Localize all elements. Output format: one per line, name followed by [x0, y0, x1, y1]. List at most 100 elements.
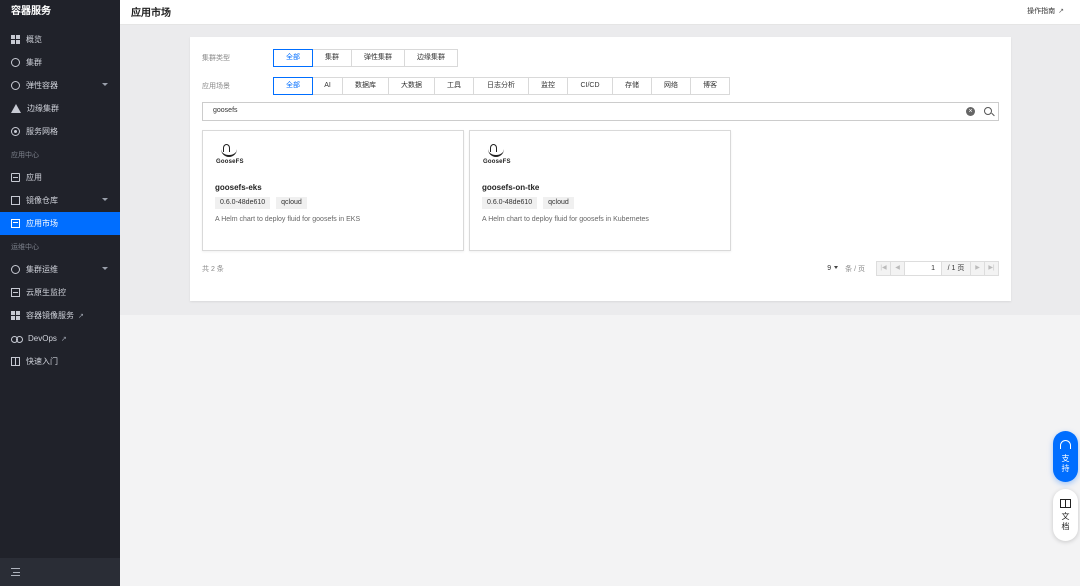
edge-cluster-icon	[11, 104, 21, 113]
sidebar-item-label: 弹性容器	[26, 81, 58, 90]
swan-icon	[488, 144, 504, 157]
guide-link[interactable]: 操作指南 ↗	[1027, 6, 1064, 16]
sidebar-item-image-registry[interactable]: 镜像仓库	[0, 189, 120, 212]
cluster-ops-icon	[11, 265, 20, 274]
page-size-unit: 条 / 页	[845, 265, 865, 273]
sidebar-item-label: 概览	[26, 35, 42, 44]
chevron-down-icon[interactable]	[102, 83, 108, 86]
app-icon	[11, 173, 20, 182]
sidebar-section-ops: 运维中心	[11, 244, 39, 251]
scene-option-cicd[interactable]: CI/CD	[567, 77, 613, 95]
sidebar-item-label: 集群运维	[26, 265, 58, 274]
total-count: 共 2 条	[202, 266, 224, 273]
sidebar-item-overview[interactable]: 概览	[0, 28, 120, 51]
monitor-icon	[11, 288, 20, 297]
app-name: goosefs-on-tke	[482, 183, 540, 192]
headset-icon	[1060, 440, 1071, 449]
external-link-icon: ↗	[60, 335, 67, 343]
app-card[interactable]: GooseFS goosefs-on-tke 0.6.0-48de610 qcl…	[469, 130, 731, 251]
cluster-type-option-elastic[interactable]: 弹性集群	[351, 49, 405, 67]
sidebar-item-label: 快速入门	[26, 357, 58, 366]
cluster-type-label: 集群类型	[202, 55, 230, 62]
scene-option-tools[interactable]: 工具	[434, 77, 474, 95]
sidebar-item-cluster-ops[interactable]: 集群运维	[0, 258, 120, 281]
support-button[interactable]: 支持	[1053, 431, 1078, 482]
page-number-input[interactable]: 1	[904, 261, 942, 276]
sidebar-item-label: DevOps	[28, 334, 57, 343]
logo-text: GooseFS	[483, 159, 511, 165]
app-market-icon	[11, 219, 20, 228]
sidebar-item-label: 镜像仓库	[26, 196, 58, 205]
scene-option-monitoring[interactable]: 监控	[528, 77, 568, 95]
page-size-select[interactable]: 9	[827, 265, 841, 272]
pagination: 9 条 / 页 |◀ ◀ 1 / 1 页 ▶ ▶|	[827, 261, 999, 276]
sidebar-item-label: 集群	[26, 58, 42, 67]
scene-option-network[interactable]: 网络	[651, 77, 691, 95]
total-pages: / 1 页	[941, 261, 971, 276]
search-input-value: goosefs	[213, 107, 238, 114]
sidebar-item-devops[interactable]: DevOps ↗	[0, 327, 120, 350]
sidebar-item-label: 容器镜像服务	[26, 311, 74, 320]
sidebar-footer	[0, 558, 120, 586]
scene-label: 应用场景	[202, 83, 230, 90]
sidebar-item-app-market[interactable]: 应用市场	[0, 212, 120, 235]
app-card[interactable]: GooseFS goosefs-eks 0.6.0-48de610 qcloud…	[202, 130, 464, 251]
image-service-icon	[11, 311, 20, 320]
collapse-sidebar-icon[interactable]	[11, 568, 20, 576]
version-tag: 0.6.0-48de610	[215, 197, 271, 209]
scene-option-bigdata[interactable]: 大数据	[388, 77, 435, 95]
source-tag: qcloud	[543, 197, 574, 209]
scene-option-all[interactable]: 全部	[273, 77, 313, 95]
docs-label: 文档	[1061, 512, 1070, 531]
sidebar-item-monitor[interactable]: 云原生监控	[0, 281, 120, 304]
page-size-value: 9	[827, 265, 832, 272]
search-input[interactable]: goosefs ×	[202, 102, 999, 121]
sidebar-item-image-service[interactable]: 容器镜像服务 ↗	[0, 304, 120, 327]
first-page-button[interactable]: |◀	[876, 261, 891, 276]
prev-page-button[interactable]: ◀	[890, 261, 905, 276]
search-icon[interactable]	[984, 107, 992, 115]
version-tag: 0.6.0-48de610	[482, 197, 538, 209]
content-background-lower	[120, 315, 1080, 586]
external-link-icon: ↗	[1058, 8, 1064, 15]
devops-icon	[11, 334, 23, 343]
scene-option-log-analysis[interactable]: 日志分析	[473, 77, 529, 95]
book-icon	[1060, 499, 1071, 508]
docs-button[interactable]: 文档	[1053, 489, 1078, 541]
last-page-button[interactable]: ▶|	[984, 261, 999, 276]
support-label: 支持	[1061, 454, 1070, 473]
scene-option-blog[interactable]: 博客	[690, 77, 730, 95]
sidebar-title: 容器服务	[11, 6, 51, 17]
scene-option-storage[interactable]: 存储	[612, 77, 652, 95]
clear-icon[interactable]: ×	[966, 107, 975, 116]
sidebar-item-label: 服务网格	[26, 127, 58, 136]
app-description: A Helm chart to deploy fluid for goosefs…	[215, 216, 361, 223]
scene-option-database[interactable]: 数据库	[342, 77, 389, 95]
scene-option-ai[interactable]: AI	[312, 77, 343, 95]
dashboard-icon	[11, 35, 20, 44]
sidebar-item-label: 云原生监控	[26, 288, 66, 297]
sidebar-item-app[interactable]: 应用	[0, 166, 120, 189]
chevron-down-icon[interactable]	[102, 267, 108, 270]
sidebar-item-label: 应用市场	[26, 219, 58, 228]
sidebar-item-service-mesh[interactable]: 服务网格	[0, 120, 120, 143]
app-tags: 0.6.0-48de610 qcloud	[482, 197, 580, 209]
market-panel: 集群类型 全部 集群 弹性集群 边缘集群 应用场景 全部 AI 数据库 大数据 …	[190, 37, 1011, 301]
service-mesh-icon	[11, 127, 20, 136]
cluster-type-option-edge[interactable]: 边缘集群	[404, 49, 458, 67]
cluster-type-option-cluster[interactable]: 集群	[312, 49, 352, 67]
sidebar-item-edge-cluster[interactable]: 边缘集群	[0, 97, 120, 120]
external-link-icon: ↗	[78, 312, 84, 320]
app-description: A Helm chart to deploy fluid for goosefs…	[482, 216, 649, 223]
cluster-type-option-all[interactable]: 全部	[273, 49, 313, 67]
scene-filter: 应用场景 全部 AI 数据库 大数据 工具 日志分析 监控 CI/CD 存储 网…	[202, 77, 730, 95]
chevron-down-icon[interactable]	[102, 198, 108, 201]
chevron-down-icon	[834, 266, 839, 269]
next-page-button[interactable]: ▶	[970, 261, 985, 276]
sidebar-item-cluster[interactable]: 集群	[0, 51, 120, 74]
sidebar-item-label: 应用	[26, 173, 42, 182]
sidebar-item-quickstart[interactable]: 快速入门	[0, 350, 120, 373]
cluster-type-segment: 全部 集群 弹性集群 边缘集群	[273, 49, 458, 67]
app-name: goosefs-eks	[215, 183, 262, 192]
sidebar-item-elastic-container[interactable]: 弹性容器	[0, 74, 120, 97]
